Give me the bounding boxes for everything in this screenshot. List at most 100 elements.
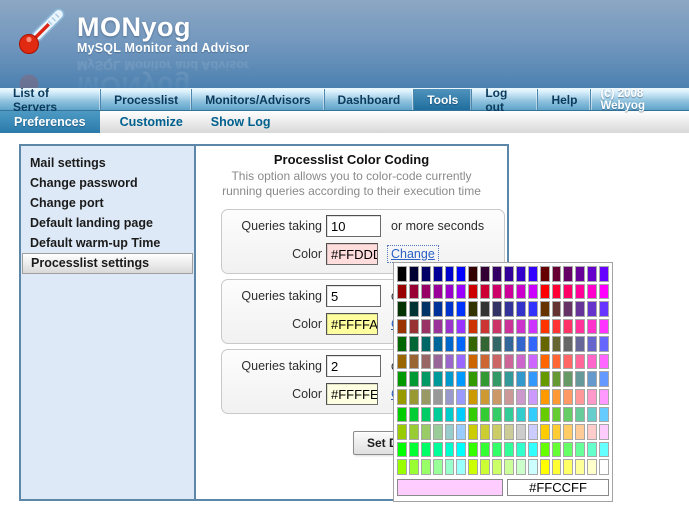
color-swatch[interactable] [552, 301, 562, 317]
color-swatch[interactable] [421, 407, 431, 423]
color-swatch[interactable] [587, 389, 597, 405]
color-swatch[interactable] [480, 442, 490, 458]
color-swatch[interactable] [456, 442, 466, 458]
color-swatch[interactable] [587, 284, 597, 300]
color-swatch[interactable] [575, 336, 585, 352]
color-swatch[interactable] [421, 442, 431, 458]
subnav-item-preferences[interactable]: Preferences [0, 111, 100, 133]
color-swatch[interactable] [599, 354, 609, 370]
color-swatch[interactable] [492, 424, 502, 440]
color-swatch[interactable] [599, 371, 609, 387]
color-swatch[interactable] [492, 389, 502, 405]
color-swatch[interactable] [492, 407, 502, 423]
color-swatch[interactable] [587, 354, 597, 370]
sidebar-item-change-port[interactable]: Change port [21, 193, 194, 213]
color-swatch[interactable] [540, 319, 550, 335]
color-swatch[interactable] [587, 442, 597, 458]
color-swatch[interactable] [397, 354, 407, 370]
color-swatch[interactable] [563, 284, 573, 300]
color-swatch[interactable] [575, 371, 585, 387]
color-swatch[interactable] [445, 442, 455, 458]
color-swatch[interactable] [433, 459, 443, 475]
color-swatch[interactable] [456, 336, 466, 352]
color-swatch[interactable] [433, 442, 443, 458]
color-swatch[interactable] [480, 266, 490, 282]
color-swatch[interactable] [599, 389, 609, 405]
color-swatch[interactable] [445, 354, 455, 370]
color-swatch[interactable] [528, 301, 538, 317]
sidebar-item-mail-settings[interactable]: Mail settings [21, 153, 194, 173]
color-swatch[interactable] [409, 266, 419, 282]
color-swatch[interactable] [563, 266, 573, 282]
color-swatch[interactable] [480, 301, 490, 317]
color-swatch[interactable] [540, 459, 550, 475]
color-swatch[interactable] [575, 266, 585, 282]
color-swatch[interactable] [504, 266, 514, 282]
color-swatch[interactable] [409, 354, 419, 370]
change-color-link[interactable]: Change [388, 246, 438, 262]
color-swatch[interactable] [528, 319, 538, 335]
color-swatch[interactable] [599, 336, 609, 352]
color-swatch[interactable] [552, 389, 562, 405]
subnav-item-show-log[interactable]: Show Log [197, 111, 285, 133]
nav-item-list-of-servers[interactable]: List of Servers [0, 89, 101, 110]
color-swatch[interactable] [433, 266, 443, 282]
color-swatch[interactable] [433, 354, 443, 370]
color-swatch[interactable] [504, 284, 514, 300]
color-swatch[interactable] [445, 319, 455, 335]
color-swatch[interactable] [528, 442, 538, 458]
color-swatch[interactable] [575, 424, 585, 440]
color-swatch[interactable] [516, 371, 526, 387]
color-swatch[interactable] [433, 319, 443, 335]
color-swatch[interactable] [397, 407, 407, 423]
color-swatch[interactable] [421, 284, 431, 300]
color-swatch[interactable] [552, 284, 562, 300]
color-swatch[interactable] [409, 301, 419, 317]
color-swatch[interactable] [421, 389, 431, 405]
color-swatch[interactable] [445, 284, 455, 300]
color-swatch[interactable] [468, 301, 478, 317]
color-swatch[interactable] [552, 424, 562, 440]
nav-item-monitors-advisors[interactable]: Monitors/Advisors [192, 89, 324, 110]
color-swatch[interactable] [504, 336, 514, 352]
color-swatch[interactable] [552, 371, 562, 387]
color-swatch[interactable] [480, 459, 490, 475]
color-swatch[interactable] [421, 266, 431, 282]
color-swatch[interactable] [540, 442, 550, 458]
color-swatch[interactable] [492, 354, 502, 370]
color-swatch[interactable] [492, 442, 502, 458]
color-swatch[interactable] [409, 284, 419, 300]
color-swatch[interactable] [468, 354, 478, 370]
color-value-input[interactable] [326, 243, 378, 265]
color-swatch[interactable] [445, 336, 455, 352]
color-swatch[interactable] [445, 389, 455, 405]
color-swatch[interactable] [528, 407, 538, 423]
color-swatch[interactable] [528, 266, 538, 282]
color-swatch[interactable] [468, 284, 478, 300]
color-swatch[interactable] [563, 424, 573, 440]
color-swatch[interactable] [516, 266, 526, 282]
color-swatch[interactable] [504, 389, 514, 405]
color-swatch[interactable] [528, 389, 538, 405]
color-swatch[interactable] [433, 424, 443, 440]
color-swatch[interactable] [397, 336, 407, 352]
color-swatch[interactable] [516, 459, 526, 475]
color-swatch[interactable] [456, 389, 466, 405]
color-swatch[interactable] [492, 319, 502, 335]
color-swatch[interactable] [397, 424, 407, 440]
color-swatch[interactable] [563, 336, 573, 352]
color-swatch[interactable] [516, 442, 526, 458]
nav-item-processlist[interactable]: Processlist [101, 89, 192, 110]
color-swatch[interactable] [516, 407, 526, 423]
color-swatch[interactable] [480, 389, 490, 405]
color-swatch[interactable] [421, 336, 431, 352]
color-swatch[interactable] [445, 424, 455, 440]
color-swatch[interactable] [599, 459, 609, 475]
color-swatch[interactable] [587, 407, 597, 423]
hex-value-field[interactable]: #FFCCFF [507, 479, 609, 496]
color-swatch[interactable] [397, 319, 407, 335]
color-swatch[interactable] [397, 284, 407, 300]
sidebar-item-change-password[interactable]: Change password [21, 173, 194, 193]
color-swatch[interactable] [468, 266, 478, 282]
color-swatch[interactable] [552, 336, 562, 352]
